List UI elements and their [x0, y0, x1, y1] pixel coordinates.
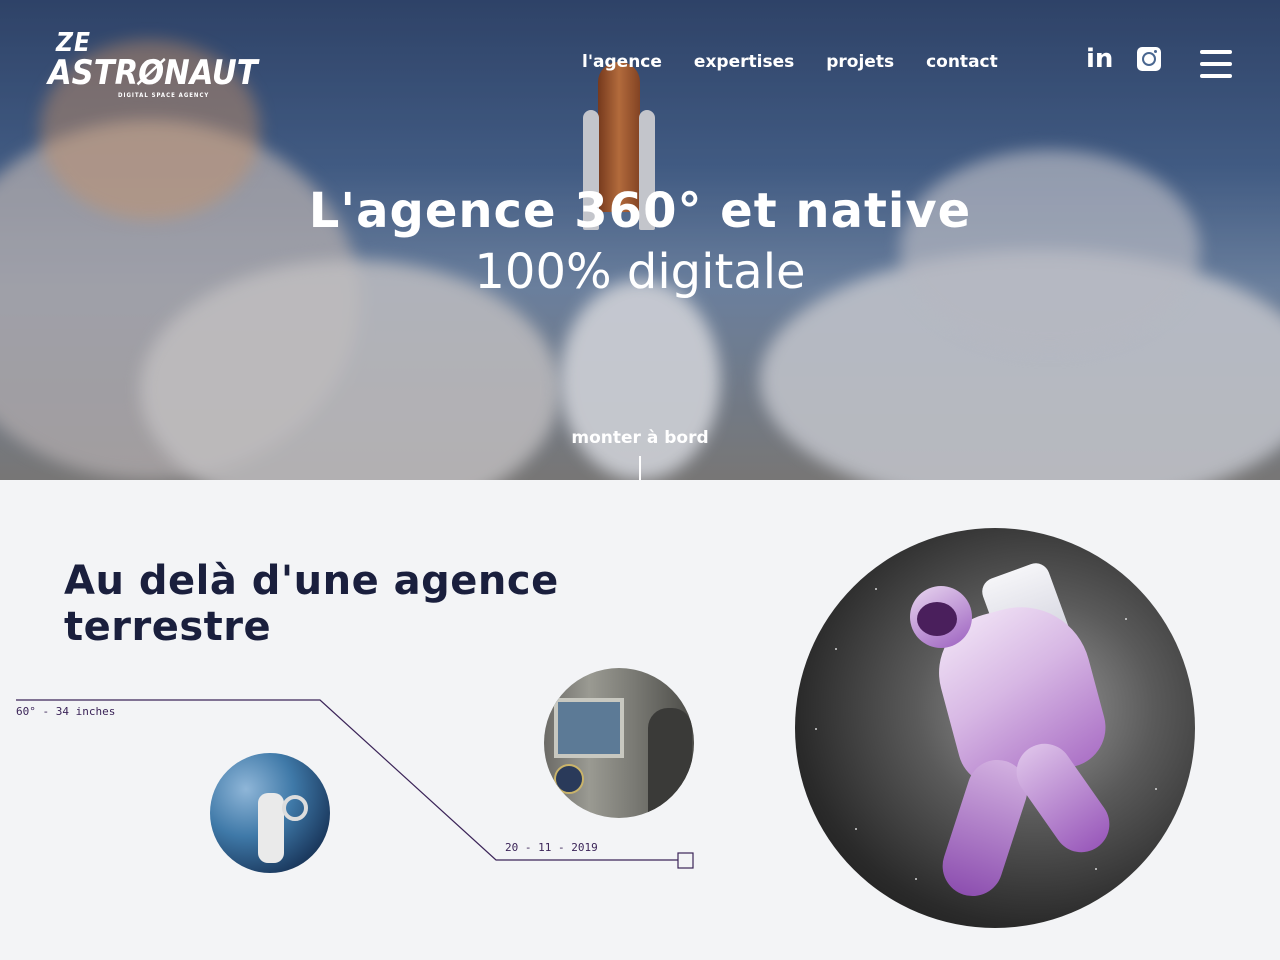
quarantine-photo	[544, 668, 694, 818]
section-title-line2: terrestre	[64, 604, 272, 650]
nav-item-projets[interactable]: projets	[826, 52, 894, 72]
star	[875, 588, 877, 590]
astronaut-figure	[258, 793, 284, 863]
visitor-figure	[648, 708, 692, 818]
hamburger-menu-icon[interactable]	[1200, 50, 1232, 78]
spacewalk-photo	[210, 753, 330, 873]
timeline-end-square	[677, 852, 694, 869]
menu-bar	[1200, 62, 1232, 66]
nav-item-expertises[interactable]: expertises	[694, 52, 794, 72]
hero-title-line1: L'agence 360° et native	[308, 183, 972, 239]
logo-line2: ASTRØNAUT	[48, 53, 258, 93]
star	[1155, 788, 1157, 790]
menu-bar	[1200, 50, 1232, 54]
scroll-indicator-line	[639, 456, 641, 480]
hero-title: L'agence 360° et native 100% digitale	[0, 182, 1280, 304]
timeline-label-right: 20 - 11 - 2019	[505, 841, 598, 854]
equipment-ring	[282, 795, 308, 821]
section-title: Au delà d'une agence terrestre	[64, 558, 559, 650]
social-links: in	[1086, 46, 1162, 72]
star	[1095, 868, 1097, 870]
linkedin-icon[interactable]: in	[1086, 46, 1113, 72]
menu-bar	[1200, 74, 1232, 78]
nav-item-contact[interactable]: contact	[926, 52, 998, 72]
nav-item-agence[interactable]: l'agence	[582, 52, 662, 72]
section-title-line1: Au delà d'une agence	[64, 558, 559, 604]
timeline-label-left: 60° - 34 inches	[16, 705, 116, 718]
presidential-seal	[554, 764, 584, 794]
star	[915, 878, 917, 880]
logo-tagline: DIGITAL SPACE AGENCY	[118, 92, 210, 99]
board-cta[interactable]: monter à bord	[0, 428, 1280, 448]
instagram-icon[interactable]	[1137, 47, 1162, 71]
star	[1125, 618, 1127, 620]
star	[815, 728, 817, 730]
astronaut-visor	[917, 602, 957, 636]
star	[855, 828, 857, 830]
hero-title-line2: 100% digitale	[474, 244, 806, 300]
star	[835, 648, 837, 650]
hero-banner: ZE ASTRØNAUT DIGITAL SPACE AGENCY l'agen…	[0, 0, 1280, 480]
main-nav: l'agence expertises projets contact	[582, 52, 998, 72]
astronaut-galaxy-image	[795, 528, 1195, 928]
quarantine-window	[554, 698, 624, 758]
logo[interactable]: ZE ASTRØNAUT DIGITAL SPACE AGENCY	[48, 30, 258, 99]
